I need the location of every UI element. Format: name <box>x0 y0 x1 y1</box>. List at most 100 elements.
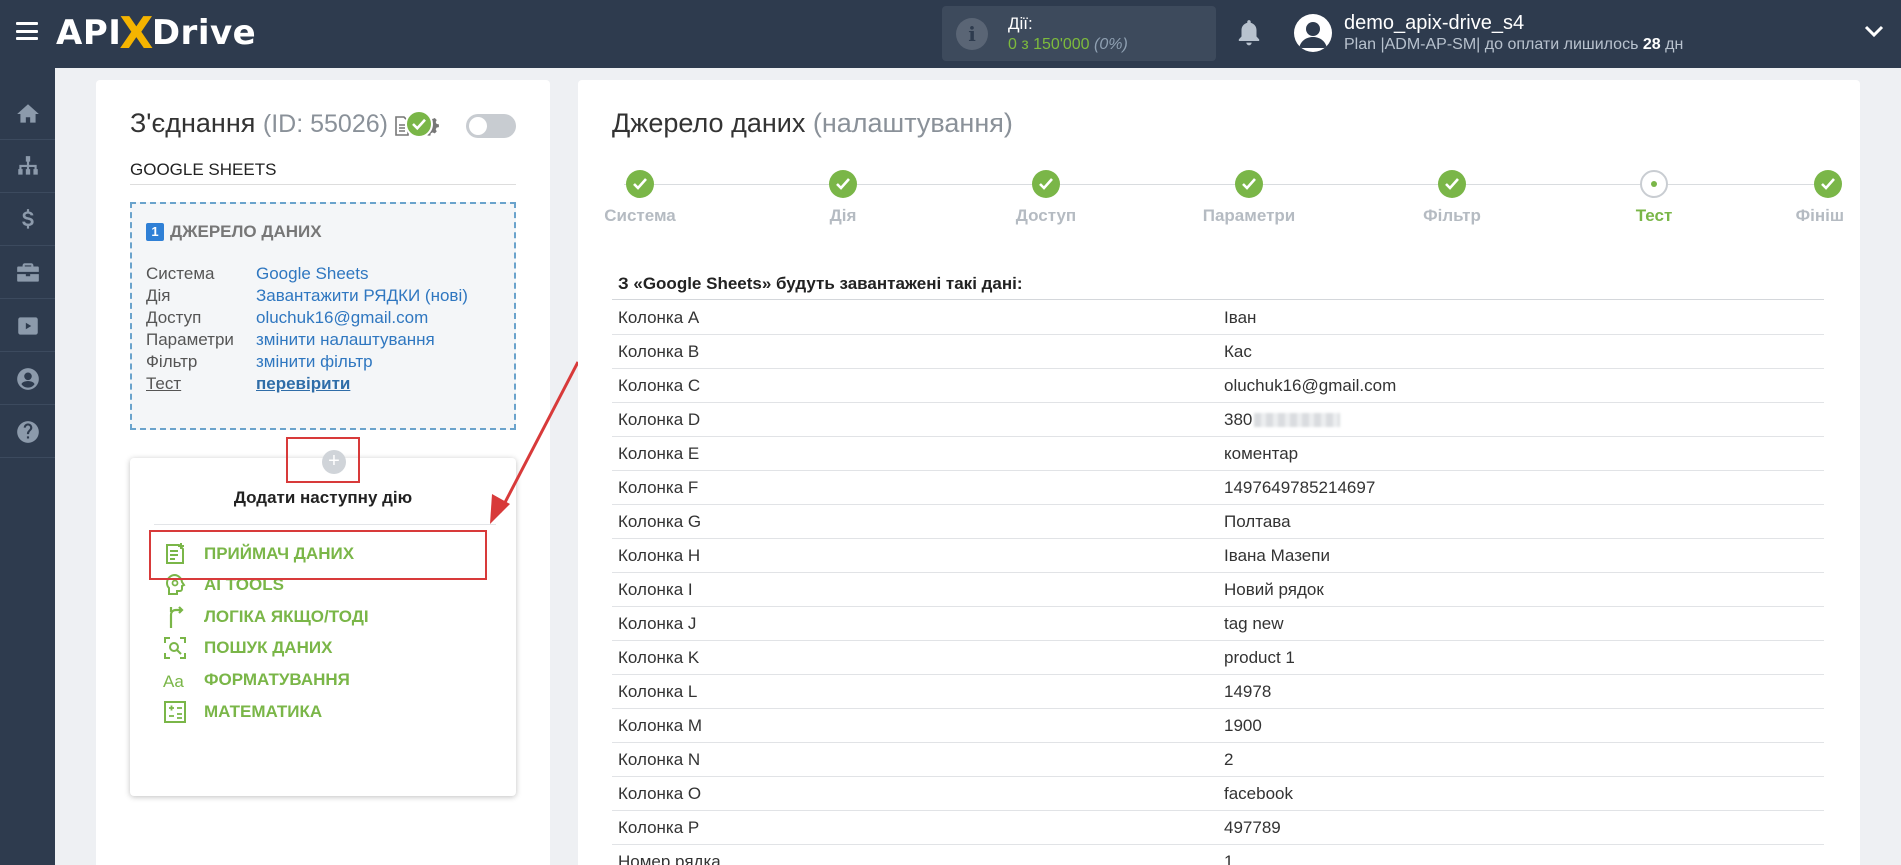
check-icon <box>405 110 433 138</box>
avatar[interactable] <box>1294 14 1332 52</box>
table-row: Колонка L 14978 <box>612 675 1824 709</box>
section-title: Джерело даних (налаштування) <box>612 108 1013 138</box>
user-icon <box>16 367 39 390</box>
nav-billing[interactable] <box>0 194 55 246</box>
step-filter-label: Фільтр <box>1423 206 1481 225</box>
connection-toggle[interactable] <box>466 114 516 138</box>
calculator-icon <box>164 701 186 723</box>
table-row: Колонка Eкоментар <box>612 437 1824 471</box>
data-preview-table: Колонка A Іван Колонка B Кас Колонка Coluc… <box>612 301 1824 865</box>
step-filter[interactable]: Фільтр <box>1382 170 1522 226</box>
sitemap-icon <box>17 155 38 175</box>
table-row: Колонка G Полтава <box>612 505 1824 539</box>
step-params[interactable]: Параметри <box>1179 170 1319 226</box>
add-item-logic[interactable]: ЛОГІКА ЯКЩО/ТОДІ <box>160 602 369 632</box>
source-row-filter: Фільтр змінити фільтр <box>146 352 373 371</box>
actions-label: Дії: <box>1008 14 1033 33</box>
step-finish-label: Фініш <box>1795 206 1844 225</box>
table-row: Колонка B Кас <box>612 335 1824 369</box>
highlight-box-receiver <box>149 530 487 580</box>
nav-account[interactable] <box>0 353 55 405</box>
step-action-label: Дія <box>829 206 857 225</box>
step-finish[interactable]: Фініш <box>1738 170 1844 226</box>
step-access[interactable]: Доступ <box>976 170 1116 226</box>
table-row: Колонка D 380 <box>612 403 1824 437</box>
check-icon <box>633 178 647 190</box>
table-row: Номер рядка 1 <box>612 845 1824 865</box>
dollar-icon <box>21 208 34 229</box>
add-item-search[interactable]: ПОШУК ДАНИХ <box>160 633 332 663</box>
red-arrow <box>490 361 580 524</box>
home-icon <box>16 103 39 123</box>
add-next-action-panel: Додати наступну дію ПРИЙМАЧ ДАНИХ AI TOO… <box>130 458 516 796</box>
source-row-test: Тест перевірити <box>146 374 351 393</box>
page-title: З'єднання (ID: 55026) <box>130 108 388 138</box>
source-row-system: Система Google Sheets <box>146 264 369 283</box>
test-link[interactable]: перевірити <box>256 374 350 393</box>
format-icon: Aa <box>163 672 184 691</box>
step-access-label: Доступ <box>1015 206 1077 225</box>
table-row: Колонка H Івана Мазепи <box>612 539 1824 573</box>
table-row: Колонка P 497789 <box>612 811 1824 845</box>
sidebar <box>0 68 55 865</box>
nav-connections[interactable] <box>0 141 55 193</box>
step-params-label: Параметри <box>1202 206 1296 225</box>
source-row-action: Дія Завантажити РЯДКИ (нові) <box>146 286 468 305</box>
table-row: Колонка I Новий рядок <box>612 573 1824 607</box>
action-link[interactable]: Завантажити РЯДКИ (нові) <box>256 286 468 305</box>
source-heading-label: ДЖЕРЕЛО ДАНИХ <box>170 222 322 241</box>
source-row-params: Параметри змінити налаштування <box>146 330 435 349</box>
data-source-block[interactable]: 1 ДЖЕРЕЛО ДАНИХ Система Google Sheets Дія… <box>130 202 516 430</box>
logo-x: X <box>119 7 154 59</box>
nav-home[interactable] <box>0 88 55 140</box>
table-row: Колонка Coluchuk16@gmail.com <box>612 369 1824 403</box>
current-step-icon <box>1640 170 1668 198</box>
logo-part2: Drive <box>151 13 257 53</box>
help-icon <box>16 420 39 443</box>
step-system[interactable]: Система <box>570 170 710 226</box>
nav-help[interactable] <box>0 406 55 458</box>
system-link[interactable]: Google Sheets <box>256 264 368 283</box>
check-icon <box>836 178 850 190</box>
search-data-icon <box>164 637 186 659</box>
add-item-math[interactable]: МАТЕМАТИКА <box>160 697 322 727</box>
check-icon <box>1039 178 1053 190</box>
access-link[interactable]: oluchuk16@gmail.com <box>256 308 428 327</box>
add-item-format[interactable]: Aa ФОРМАТУВАННЯ <box>160 665 350 695</box>
add-next-title: Додати наступну дію <box>233 488 413 507</box>
nav-videos[interactable] <box>0 300 55 352</box>
table-row: Колонка Jtag new <box>612 607 1824 641</box>
branch-icon <box>169 606 184 628</box>
check-icon <box>1445 178 1459 190</box>
bell-icon[interactable] <box>1236 18 1262 48</box>
highlight-box-plus <box>286 437 360 483</box>
table-row: Колонка F 1497649785214697 <box>612 471 1824 505</box>
chevron-down-icon[interactable] <box>1864 24 1884 38</box>
add-item-format-label: ФОРМАТУВАННЯ <box>204 670 350 689</box>
step-test[interactable]: Тест <box>1584 170 1724 226</box>
add-item-math-label: МАТЕМАТИКА <box>204 702 323 721</box>
menu-icon[interactable] <box>16 22 38 40</box>
params-link[interactable]: змінити налаштування <box>256 330 435 349</box>
youtube-icon <box>17 316 38 335</box>
nav-tools[interactable] <box>0 247 55 299</box>
add-item-search-label: ПОШУК ДАНИХ <box>204 638 333 657</box>
filter-link[interactable]: змінити фільтр <box>256 352 373 371</box>
apix-drive-logo[interactable]: API X Drive <box>56 7 257 59</box>
step-test-label: Тест <box>1635 206 1673 225</box>
source-settings-card: Джерело даних (налаштування) Система Дія… <box>578 80 1860 865</box>
actions-counter[interactable]: i Дії: 0 з 150'000 (0%) <box>942 6 1216 61</box>
step-action[interactable]: Дія <box>773 170 913 226</box>
user-name[interactable]: demo_apix-drive_s4 <box>1344 12 1524 35</box>
table-row: Колонка A Іван <box>612 301 1824 335</box>
table-row: Колонка M 1900 <box>612 709 1824 743</box>
table-row: Колонка Ofacebook <box>612 777 1824 811</box>
actions-value: 0 з 150'000 (0%) <box>1008 36 1128 53</box>
top-bar: API X Drive i Дії: 0 з 150'000 (0%) demo_a… <box>0 0 1901 68</box>
source-row-access: Доступ oluchuk16@gmail.com <box>146 308 429 327</box>
check-icon <box>1821 178 1835 190</box>
info-icon: i <box>956 18 988 50</box>
data-preview-heading: З «Google Sheets» будуть завантажені так… <box>612 270 1824 300</box>
table-row: Колонка Kproduct 1 <box>612 641 1824 675</box>
logo-part1: API <box>56 13 122 53</box>
